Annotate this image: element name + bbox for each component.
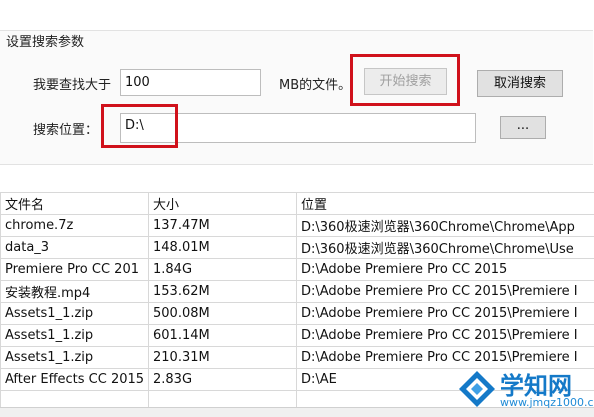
- cell-name: Assets1_1.zip: [1, 347, 149, 369]
- table-row[interactable]: data_3 148.01M D:\360极速浏览器\360Chrome\Chr…: [1, 237, 594, 259]
- column-header-size[interactable]: 大小: [149, 193, 297, 215]
- cell-size: 500.08M: [149, 303, 297, 325]
- cell-name: After Effects CC 2015: [1, 369, 149, 391]
- table-row[interactable]: chrome.7z 137.47M D:\360极速浏览器\360Chrome\…: [1, 215, 594, 237]
- cell-name: Assets1_1.zip: [1, 303, 149, 325]
- cell-size: 210.31M: [149, 347, 297, 369]
- cell-location: D:\Adobe Premiere Pro CC 2015\Premiere I: [297, 325, 594, 347]
- browse-button[interactable]: ...: [500, 116, 546, 139]
- cell-location: D:\Adobe Premiere Pro CC 2015\Premiere I: [297, 281, 594, 303]
- size-filter-label: 我要查找大于: [33, 74, 111, 93]
- cell-size: 137.47M: [149, 215, 297, 237]
- watermark-url: www.jmqz1000.com: [500, 396, 594, 409]
- table-row[interactable]: Assets1_1.zip 500.08M D:\Adobe Premiere …: [1, 303, 594, 325]
- cell-location: D:\360极速浏览器\360Chrome\Chrome\Use: [297, 237, 594, 259]
- cell-location: D:\Adobe Premiere Pro CC 2015: [297, 259, 594, 281]
- size-input[interactable]: 100: [120, 69, 261, 96]
- cell-size: 1.84G: [149, 259, 297, 281]
- cell-name: data_3: [1, 237, 149, 259]
- table-header-row: 文件名 大小 位置: [1, 193, 594, 215]
- search-location-highlight: [101, 104, 178, 148]
- column-header-location[interactable]: 位置: [297, 193, 594, 215]
- search-location-label: 搜索位置：: [33, 119, 98, 138]
- cell-size: 148.01M: [149, 237, 297, 259]
- table-row[interactable]: Premiere Pro CC 201 1.84G D:\Adobe Premi…: [1, 259, 594, 281]
- cell-location: D:\Adobe Premiere Pro CC 2015\Premiere I: [297, 303, 594, 325]
- cell-name: chrome.7z: [1, 215, 149, 237]
- watermark: 学知网 www.jmqz1000.com: [454, 364, 594, 416]
- search-settings-group: [0, 30, 593, 165]
- table-row[interactable]: Assets1_1.zip 601.14M D:\Adobe Premiere …: [1, 325, 594, 347]
- unit-label: MB的文件。: [279, 74, 351, 93]
- cancel-search-button[interactable]: 取消搜索: [477, 70, 563, 97]
- cell-name: Assets1_1.zip: [1, 325, 149, 347]
- cell-name: Premiere Pro CC 201: [1, 259, 149, 281]
- cell-size: 153.62M: [149, 281, 297, 303]
- cell-size: 2.83G: [149, 369, 297, 391]
- cell-name: 安装教程.mp4: [1, 281, 149, 303]
- start-search-highlight: [350, 54, 460, 106]
- cell-size: 601.14M: [149, 325, 297, 347]
- column-header-name[interactable]: 文件名: [1, 193, 149, 215]
- group-title: 设置搜索参数: [6, 31, 84, 50]
- blue-diamond-logo-icon: [458, 370, 496, 408]
- table-row[interactable]: 安装教程.mp4 153.62M D:\Adobe Premiere Pro C…: [1, 281, 594, 303]
- cell-location: D:\360极速浏览器\360Chrome\Chrome\App: [297, 215, 594, 237]
